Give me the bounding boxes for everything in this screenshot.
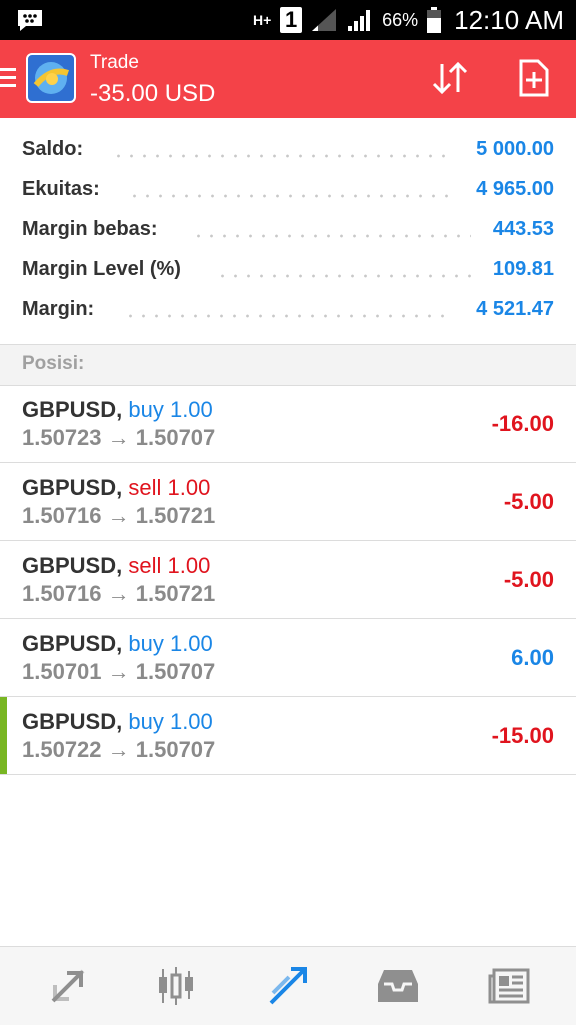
sim-slot-indicator: 1 [280,7,303,33]
position-prices: 1.50723 → 1.50707 [22,425,216,450]
position-type: sell 1.00 [128,475,211,500]
position-type: buy 1.00 [128,397,213,422]
battery-percent: 66% [382,9,419,30]
account-profit: -35.00 USD [90,80,216,107]
summary-value: 5 000.00 [476,138,554,160]
news-icon [488,968,530,1004]
sort-button[interactable] [428,56,472,100]
dot-leader [124,314,451,318]
nav-chart[interactable] [153,963,199,1009]
summary-row-margin-bebas: Margin bebas: 443.53 [0,210,576,250]
summary-row-saldo: Saldo: 5 000.00 [0,130,576,170]
position-separator: , [116,397,123,422]
summary-label: Margin: [22,298,95,320]
summary-value: 443.53 [492,218,554,240]
position-separator: , [116,709,123,734]
position-profit: 6.00 [511,645,554,670]
app-title: Trade [90,52,139,73]
menu-icon[interactable] [0,68,16,88]
position-symbol: GBPUSD [22,397,117,422]
summary-label: Margin bebas: [22,218,158,240]
position-separator: , [116,631,123,656]
position-separator: , [116,475,123,500]
status-bar: H+ 1 66% 12:10 AM [0,0,576,40]
position-symbol: GBPUSD [22,709,117,734]
summary-value: 4 521.47 [476,298,554,320]
summary-label: Ekuitas: [22,178,100,200]
trade-icon [269,967,307,1005]
position-prices: 1.50701 → 1.50707 [22,659,216,684]
network-type: H+ [252,11,272,28]
position-row-selected[interactable]: GBPUSD, buy 1.00 1.50722 → 1.50707 -15.0… [0,697,576,775]
bbm-message-icon [18,10,42,31]
sort-icon [432,61,468,95]
position-row[interactable]: GBPUSD, sell 1.00 1.50716 → 1.50721 -5.0… [0,463,576,541]
position-prices: 1.50722 → 1.50707 [22,737,216,762]
summary-row-margin: Margin: 4 521.47 [0,290,576,330]
summary-value: 109.81 [492,258,554,280]
position-row[interactable]: GBPUSD, sell 1.00 1.50716 → 1.50721 -5.0… [0,541,576,619]
dot-leader [192,234,471,238]
section-title: Posisi: [22,353,85,374]
new-order-button[interactable] [512,56,556,100]
position-prices: 1.50716 → 1.50721 [22,581,216,606]
account-summary: Saldo: 5 000.00 Ekuitas: 4 965.00 Margin… [0,130,576,330]
chart-icon [159,967,193,1005]
summary-label: Margin Level (%) [22,258,181,280]
bottom-navigation [0,946,576,1025]
position-profit: -16.00 [491,411,554,436]
history-icon [378,970,418,1002]
position-type: sell 1.00 [128,553,211,578]
nav-trade[interactable] [265,963,311,1009]
dot-leader [216,274,471,278]
position-symbol: GBPUSD [22,553,117,578]
position-type: buy 1.00 [128,631,213,656]
signal-1-icon [312,9,337,31]
clock: 12:10 AM [454,4,564,35]
position-profit: -5.00 [503,489,554,514]
position-type: buy 1.00 [128,709,213,734]
summary-value: 4 965.00 [476,178,554,200]
position-row[interactable]: GBPUSD, buy 1.00 1.50723 → 1.50707 -16.0… [0,385,576,463]
position-prices: 1.50716 → 1.50721 [22,503,216,528]
dot-leader [128,194,451,198]
positions-header: Posisi: [0,344,576,386]
signal-2-icon [348,10,371,31]
summary-label: Saldo: [22,138,84,160]
battery-icon [427,7,442,33]
dot-leader [112,154,451,158]
position-row[interactable]: GBPUSD, buy 1.00 1.50701 → 1.50707 6.00 [0,619,576,697]
summary-row-margin-level: Margin Level (%) 109.81 [0,250,576,290]
position-separator: , [116,553,123,578]
position-symbol: GBPUSD [22,631,117,656]
summary-row-ekuitas: Ekuitas: 4 965.00 [0,170,576,210]
nav-history[interactable] [375,963,421,1009]
app-bar: Trade -35.00 USD [0,40,576,118]
quotes-icon [51,969,85,1003]
positions-list: GBPUSD, buy 1.00 1.50723 → 1.50707 -16.0… [0,385,576,775]
position-profit: -15.00 [491,723,554,748]
nav-news[interactable] [486,963,532,1009]
new-order-icon [519,59,549,97]
nav-quotes[interactable] [45,963,91,1009]
position-symbol: GBPUSD [22,475,117,500]
position-profit: -5.00 [503,567,554,592]
selection-marker [0,697,7,774]
metatrader-logo[interactable] [26,53,76,103]
